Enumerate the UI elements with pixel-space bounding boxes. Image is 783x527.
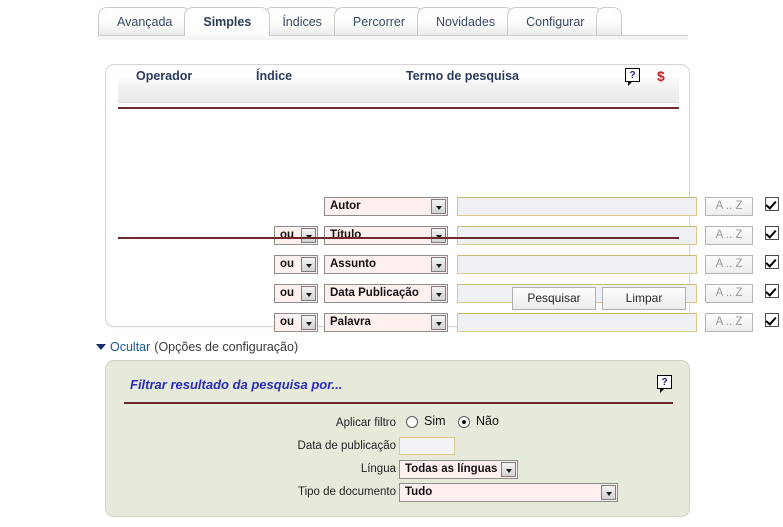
- chevron-down-icon[interactable]: [501, 462, 516, 477]
- az-browse-button-0[interactable]: A .. Z: [705, 197, 753, 216]
- tab-label: Simples: [203, 15, 252, 29]
- operator-select-2[interactable]: ou: [274, 255, 318, 274]
- index-select-value: Assunto: [330, 258, 376, 270]
- triangle-down-icon[interactable]: [96, 344, 106, 350]
- index-select-3[interactable]: Data Publicação: [324, 284, 448, 303]
- index-select-2[interactable]: Assunto: [324, 255, 448, 274]
- tab-label: Índices: [282, 15, 322, 29]
- tab-underline-fill: [98, 36, 688, 40]
- hide-options-toggle[interactable]: Ocultar (Opções de configuração): [96, 340, 298, 354]
- filter-panel: Filtrar resultado da pesquisa por... ? A…: [105, 360, 690, 517]
- search-header-row: [118, 78, 679, 103]
- tab-bar: Avançada Simples Índices Percorrer Novid…: [0, 0, 783, 40]
- operator-select-value: ou: [280, 229, 295, 241]
- search-button[interactable]: Pesquisar: [512, 287, 596, 310]
- header-divider-rule: [118, 107, 679, 109]
- row-checkbox-3[interactable]: [765, 284, 779, 298]
- tab-label: Configurar: [526, 15, 585, 29]
- tab-strip: Avançada Simples Índices Percorrer Novid…: [98, 4, 623, 36]
- search-row: Autor A .. Z: [106, 197, 779, 219]
- az-browse-button-3[interactable]: A .. Z: [705, 284, 753, 303]
- language-label: Língua: [360, 463, 396, 475]
- index-select-value: Autor: [330, 200, 361, 212]
- operator-select-value: ou: [280, 258, 295, 270]
- tab-simples[interactable]: Simples: [184, 7, 271, 36]
- row-checkbox-2[interactable]: [765, 255, 779, 269]
- chevron-down-icon[interactable]: [601, 485, 616, 500]
- search-row: ou Palavra A .. Z: [106, 313, 779, 335]
- document-type-label: Tipo de documento: [297, 486, 396, 498]
- index-select-value: Data Publicação: [330, 287, 419, 299]
- chevron-down-icon[interactable]: [301, 315, 316, 330]
- tab-indices[interactable]: Índices: [263, 7, 341, 36]
- language-select[interactable]: Todas as línguas: [399, 460, 518, 479]
- operator-select-value: ou: [280, 316, 295, 328]
- help-question-icon[interactable]: ?: [625, 68, 640, 86]
- index-select-4[interactable]: Palavra: [324, 313, 448, 332]
- tab-percorrer[interactable]: Percorrer: [333, 7, 425, 36]
- operator-select-4[interactable]: ou: [274, 313, 318, 332]
- tab-configurar[interactable]: Configurar: [507, 7, 604, 36]
- page-root: Avançada Simples Índices Percorrer Novid…: [0, 0, 783, 527]
- document-type-select[interactable]: Tudo: [399, 483, 618, 502]
- term-input-1[interactable]: [457, 226, 697, 245]
- term-input-4[interactable]: [457, 313, 697, 332]
- index-select-0[interactable]: Autor: [324, 197, 448, 216]
- buttons-divider-rule: [118, 237, 679, 239]
- search-row: ou Assunto A .. Z: [106, 255, 779, 277]
- chevron-down-icon[interactable]: [431, 199, 446, 214]
- document-type-select-value: Tudo: [405, 486, 433, 498]
- apply-filter-label: Aplicar filtro: [335, 417, 396, 429]
- tab-label: Avançada: [117, 15, 173, 29]
- chevron-down-icon[interactable]: [431, 257, 446, 272]
- chevron-down-icon[interactable]: [301, 257, 316, 272]
- tab-avancada[interactable]: Avançada: [98, 7, 192, 36]
- operator-select-value: ou: [280, 287, 295, 299]
- publication-date-label: Data de publicação: [297, 440, 396, 452]
- apply-filter-radio-nao-label: Não: [476, 414, 499, 428]
- tab-label: Novidades: [436, 15, 496, 29]
- chevron-down-icon[interactable]: [431, 228, 446, 243]
- search-panel: Operador Índice Termo de pesquisa ? $ Au…: [105, 64, 779, 332]
- chevron-down-icon[interactable]: [301, 228, 316, 243]
- index-select-value: Palavra: [330, 316, 371, 328]
- help-question-icon[interactable]: ?: [657, 375, 672, 393]
- filter-divider-rule: [124, 402, 673, 404]
- row-checkbox-0[interactable]: [765, 197, 779, 211]
- index-select-value: Título: [330, 229, 362, 241]
- chevron-down-icon[interactable]: [431, 286, 446, 301]
- chevron-down-icon[interactable]: [301, 286, 316, 301]
- operator-select-1[interactable]: ou: [274, 226, 318, 245]
- column-header-operador: Operador: [136, 69, 193, 83]
- apply-filter-radio-nao[interactable]: [458, 416, 470, 428]
- apply-filter-radio-sim[interactable]: [406, 416, 418, 428]
- operator-select-3[interactable]: ou: [274, 284, 318, 303]
- column-header-termo-de-pesquisa: Termo de pesquisa: [406, 69, 519, 83]
- row-checkbox-4[interactable]: [765, 313, 779, 327]
- filter-panel-title: Filtrar resultado da pesquisa por...: [130, 377, 343, 392]
- column-header-indice: Índice: [256, 69, 293, 83]
- term-input-2[interactable]: [457, 255, 697, 274]
- hide-options-note: (Opções de configuração): [154, 340, 299, 354]
- chevron-down-icon[interactable]: [431, 315, 446, 330]
- az-browse-button-4[interactable]: A .. Z: [705, 313, 753, 332]
- dollar-icon[interactable]: $: [657, 68, 665, 84]
- tab-label: Percorrer: [352, 15, 406, 29]
- tab-novidades[interactable]: Novidades: [417, 7, 515, 36]
- clear-button[interactable]: Limpar: [602, 287, 686, 310]
- index-select-1[interactable]: Título: [324, 226, 448, 245]
- language-select-value: Todas as línguas: [405, 463, 498, 475]
- tab-overflow-partial[interactable]: [596, 7, 623, 36]
- apply-filter-radio-sim-label: Sim: [424, 414, 446, 428]
- hide-options-link[interactable]: Ocultar: [110, 340, 150, 354]
- row-checkbox-1[interactable]: [765, 226, 779, 240]
- az-browse-button-2[interactable]: A .. Z: [705, 255, 753, 274]
- term-input-0[interactable]: [457, 197, 697, 216]
- publication-date-input[interactable]: [399, 437, 455, 455]
- az-browse-button-1[interactable]: A .. Z: [705, 226, 753, 245]
